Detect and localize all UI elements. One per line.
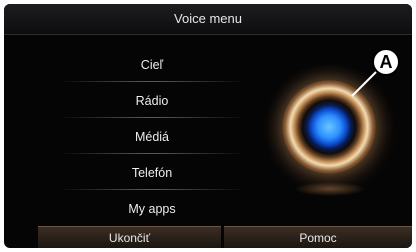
- screenshot: Voice menu Cieľ Rádio Médiá Telefón My a…: [0, 0, 416, 252]
- callout-leader-line: [351, 71, 377, 97]
- callout-line: [351, 71, 377, 97]
- callout-marker: A: [372, 48, 400, 76]
